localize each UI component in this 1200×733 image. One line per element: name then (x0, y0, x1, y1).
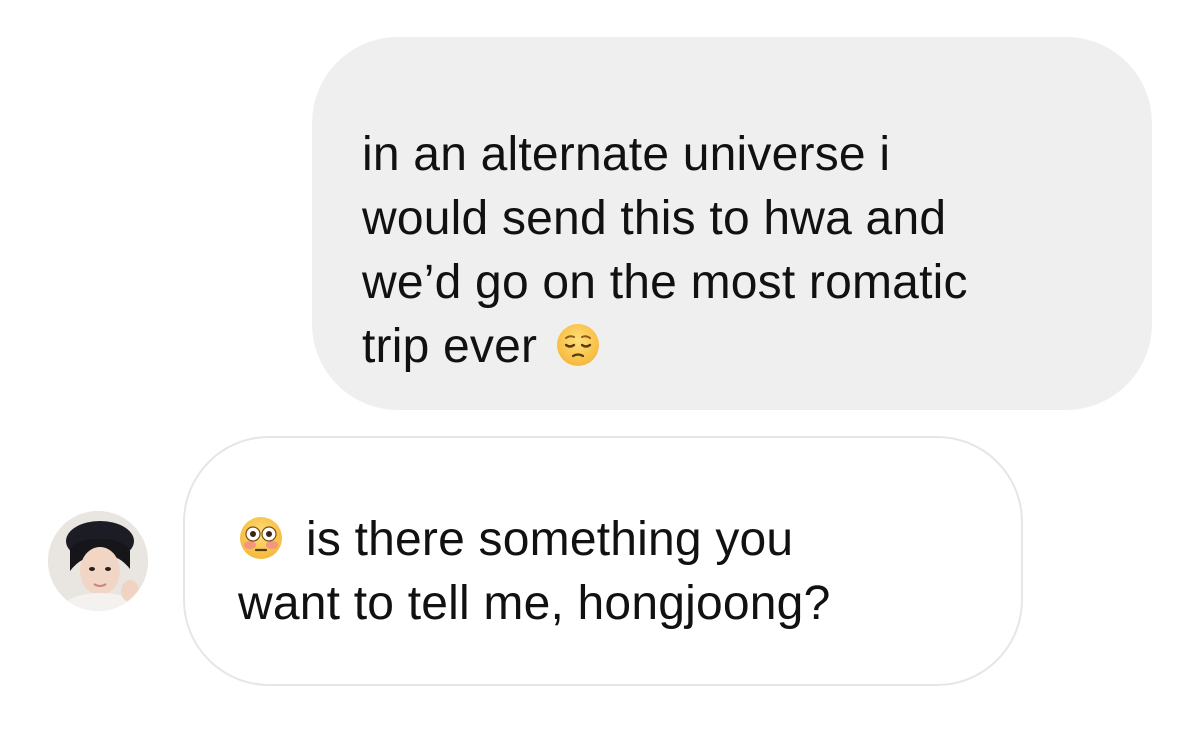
avatar[interactable] (48, 511, 148, 611)
message-line: would send this to hwa and (362, 192, 947, 245)
message-line: is there something you (306, 513, 794, 566)
sent-message-bubble[interactable]: in an alternate universe i would send th… (312, 37, 1152, 410)
message-line: we’d go on the most romatic (362, 256, 968, 309)
flushed-face-icon (240, 517, 282, 559)
avatar-photo (48, 511, 148, 611)
message-line: want to tell me, hongjoong? (238, 577, 831, 630)
message-line: trip ever (362, 320, 538, 373)
pensive-face-icon (556, 324, 599, 366)
message-line: in an alternate universe i (362, 128, 891, 181)
message-last-line: trip ever (362, 315, 1112, 379)
message-first-line: is there something you (238, 508, 981, 572)
received-message-bubble[interactable]: is there something you want to tell me, … (183, 436, 1023, 686)
